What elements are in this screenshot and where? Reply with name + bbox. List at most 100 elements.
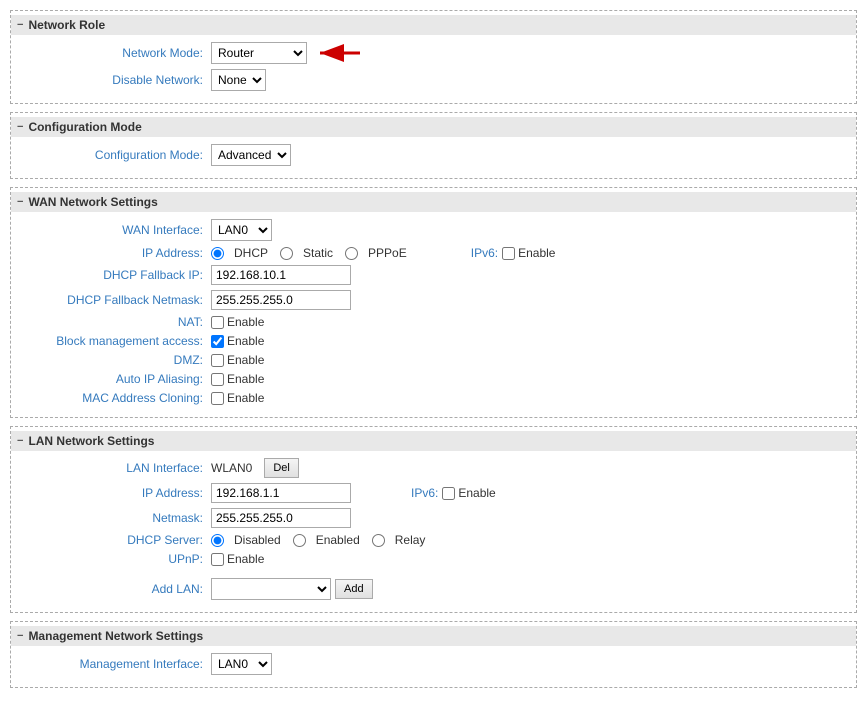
dhcp-fallback-ip-label: DHCP Fallback IP: bbox=[11, 268, 211, 282]
upnp-checkbox[interactable] bbox=[211, 553, 224, 566]
wan-ip-label: IP Address: bbox=[11, 246, 211, 260]
collapse-icon: − bbox=[17, 19, 23, 31]
block-mgmt-control: Enable bbox=[211, 334, 856, 348]
wan-interface-select[interactable]: LAN0 LAN1 WAN0 bbox=[211, 219, 272, 241]
collapse-icon-4: − bbox=[17, 435, 23, 447]
wan-ipv6-section: IPv6: Enable bbox=[471, 246, 556, 260]
mac-cloning-label: MAC Address Cloning: bbox=[11, 391, 211, 405]
block-mgmt-checkbox[interactable] bbox=[211, 335, 224, 348]
nat-checkbox[interactable] bbox=[211, 316, 224, 329]
auto-ip-row: Auto IP Aliasing: Enable bbox=[11, 371, 856, 387]
disable-network-label: Disable Network: bbox=[11, 73, 211, 87]
add-lan-label: Add LAN: bbox=[11, 582, 211, 596]
wan-ipv6-label: IPv6: bbox=[471, 246, 498, 260]
management-network-title: Management Network Settings bbox=[28, 629, 203, 643]
dmz-enable-label: Enable bbox=[227, 353, 264, 367]
upnp-control: Enable bbox=[211, 552, 856, 566]
dhcp-relay-radio[interactable] bbox=[372, 534, 385, 547]
network-role-section: − Network Role Network Mode: Router Swit… bbox=[10, 10, 857, 104]
dhcp-enabled-radio[interactable] bbox=[293, 534, 306, 547]
mac-cloning-checkbox[interactable] bbox=[211, 392, 224, 405]
lan-ip-control: IPv6: Enable bbox=[211, 483, 856, 503]
dhcp-relay-label: Relay bbox=[395, 533, 426, 547]
lan-interface-value: WLAN0 bbox=[211, 461, 252, 475]
main-page: − Network Role Network Mode: Router Swit… bbox=[0, 0, 867, 706]
lan-netmask-row: Netmask: bbox=[11, 507, 856, 529]
dhcp-disabled-radio[interactable] bbox=[211, 534, 224, 547]
management-interface-select[interactable]: LAN0 LAN1 WAN0 bbox=[211, 653, 272, 675]
network-mode-select[interactable]: Router Switch Access Point bbox=[211, 42, 307, 64]
management-network-section: − Management Network Settings Management… bbox=[10, 621, 857, 688]
lan-ipv6-section: IPv6: Enable bbox=[411, 486, 496, 500]
auto-ip-enable-label: Enable bbox=[227, 372, 264, 386]
dmz-label: DMZ: bbox=[11, 353, 211, 367]
lan-netmask-control bbox=[211, 508, 856, 528]
wan-network-section: − WAN Network Settings WAN Interface: LA… bbox=[10, 187, 857, 418]
dhcp-server-row: DHCP Server: Disabled Enabled Relay bbox=[11, 532, 856, 548]
wan-ip-control: DHCP Static PPPoE IPv6: Enable bbox=[211, 246, 856, 260]
block-mgmt-row: Block management access: Enable bbox=[11, 333, 856, 349]
dmz-row: DMZ: Enable bbox=[11, 352, 856, 368]
dhcp-fallback-ip-input[interactable] bbox=[211, 265, 351, 285]
dhcp-fallback-netmask-row: DHCP Fallback Netmask: bbox=[11, 289, 856, 311]
add-lan-row: Add LAN: LAN0 LAN1 WLAN0 Add bbox=[11, 577, 856, 601]
mac-cloning-row: MAC Address Cloning: Enable bbox=[11, 390, 856, 406]
collapse-icon-3: − bbox=[17, 196, 23, 208]
config-mode-select[interactable]: Basic Advanced bbox=[211, 144, 291, 166]
dhcp-fallback-ip-row: DHCP Fallback IP: bbox=[11, 264, 856, 286]
network-mode-label: Network Mode: bbox=[11, 46, 211, 60]
upnp-row: UPnP: Enable bbox=[11, 551, 856, 567]
pppoe-label: PPPoE bbox=[368, 246, 407, 260]
mac-cloning-enable-label: Enable bbox=[227, 391, 264, 405]
dhcp-fallback-ip-control bbox=[211, 265, 856, 285]
lan-ipv6-checkbox[interactable] bbox=[442, 487, 455, 500]
add-lan-control: LAN0 LAN1 WLAN0 Add bbox=[211, 578, 856, 600]
lan-network-header[interactable]: − LAN Network Settings bbox=[11, 431, 856, 451]
add-lan-select[interactable]: LAN0 LAN1 WLAN0 bbox=[211, 578, 331, 600]
wan-network-title: WAN Network Settings bbox=[28, 195, 157, 209]
dmz-checkbox[interactable] bbox=[211, 354, 224, 367]
dmz-control: Enable bbox=[211, 353, 856, 367]
ip-type-radio-group: DHCP Static PPPoE bbox=[211, 246, 411, 260]
lan-interface-value-row: WLAN0 Del bbox=[211, 458, 299, 478]
nat-control: Enable bbox=[211, 315, 856, 329]
lan-netmask-input[interactable] bbox=[211, 508, 351, 528]
lan-ipv6-enable-label: Enable bbox=[458, 486, 495, 500]
management-network-header[interactable]: − Management Network Settings bbox=[11, 626, 856, 646]
upnp-label: UPnP: bbox=[11, 552, 211, 566]
network-role-header[interactable]: − Network Role bbox=[11, 15, 856, 35]
lan-network-title: LAN Network Settings bbox=[28, 434, 154, 448]
lan-ip-label: IP Address: bbox=[11, 486, 211, 500]
config-mode-header[interactable]: − Configuration Mode bbox=[11, 117, 856, 137]
wan-interface-label: WAN Interface: bbox=[11, 223, 211, 237]
collapse-icon-2: − bbox=[17, 121, 23, 133]
pppoe-radio[interactable] bbox=[345, 247, 358, 260]
lan-netmask-label: Netmask: bbox=[11, 511, 211, 525]
management-interface-control: LAN0 LAN1 WAN0 bbox=[211, 653, 856, 675]
auto-ip-checkbox[interactable] bbox=[211, 373, 224, 386]
collapse-icon-5: − bbox=[17, 630, 23, 642]
dhcp-fallback-netmask-label: DHCP Fallback Netmask: bbox=[11, 293, 211, 307]
dhcp-fallback-netmask-input[interactable] bbox=[211, 290, 351, 310]
config-mode-label: Configuration Mode: bbox=[11, 148, 211, 162]
block-mgmt-label: Block management access: bbox=[11, 334, 211, 348]
dhcp-fallback-netmask-control bbox=[211, 290, 856, 310]
lan-ipv6-label: IPv6: bbox=[411, 486, 438, 500]
auto-ip-label: Auto IP Aliasing: bbox=[11, 372, 211, 386]
lan-ip-input[interactable] bbox=[211, 483, 351, 503]
wan-network-header[interactable]: − WAN Network Settings bbox=[11, 192, 856, 212]
static-radio[interactable] bbox=[280, 247, 293, 260]
wan-ip-address-row: IP Address: DHCP Static PPPoE IPv6: Enab… bbox=[11, 245, 856, 261]
dhcp-radio[interactable] bbox=[211, 247, 224, 260]
dhcp-server-radio-group: Disabled Enabled Relay bbox=[211, 533, 429, 547]
upnp-enable-label: Enable bbox=[227, 552, 264, 566]
lan-ip-address-row: IP Address: IPv6: Enable bbox=[11, 482, 856, 504]
add-lan-button[interactable]: Add bbox=[335, 579, 373, 599]
del-button[interactable]: Del bbox=[264, 458, 299, 478]
lan-interface-row: LAN Interface: WLAN0 Del bbox=[11, 457, 856, 479]
block-mgmt-enable-label: Enable bbox=[227, 334, 264, 348]
disable-network-select[interactable]: None LAN WAN bbox=[211, 69, 266, 91]
dhcp-disabled-label: Disabled bbox=[234, 533, 281, 547]
wan-ipv6-checkbox[interactable] bbox=[502, 247, 515, 260]
dhcp-label: DHCP bbox=[234, 246, 268, 260]
